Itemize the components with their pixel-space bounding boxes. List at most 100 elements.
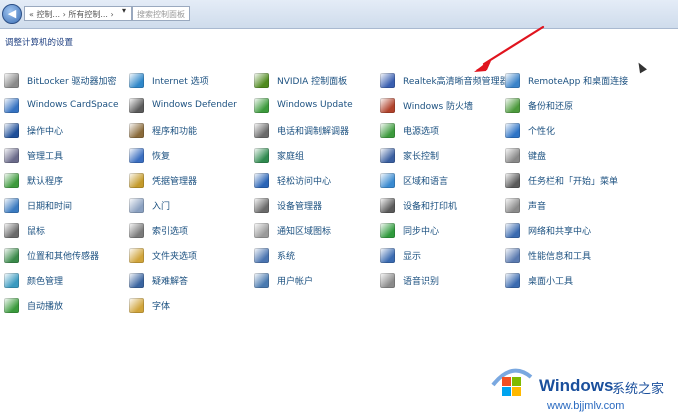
control-panel-item-label: 操作中心 bbox=[27, 126, 64, 137]
control-panel-item[interactable]: 轻松访问中心 bbox=[254, 170, 331, 190]
display-icon bbox=[380, 248, 395, 264]
control-panel-item-label: 入门 bbox=[152, 202, 171, 212]
notification-area-icon bbox=[254, 223, 269, 239]
control-panel-item[interactable]: 位置和其他传感器 bbox=[4, 246, 99, 266]
control-panel-item[interactable]: 操作中心 bbox=[4, 120, 63, 140]
control-panel-item-label: 默认程序 bbox=[27, 176, 64, 187]
control-panel-item[interactable]: Windows CardSpace bbox=[4, 95, 119, 115]
control-panel-item[interactable]: 用户帐户 bbox=[254, 271, 313, 291]
folder-options-icon bbox=[129, 248, 144, 264]
control-panel-item[interactable]: 文件夹选项 bbox=[129, 246, 197, 266]
control-panel-item[interactable]: 通知区域图标 bbox=[254, 221, 331, 241]
watermark-url: www.bjjmlv.com bbox=[547, 400, 625, 412]
control-panel-item[interactable]: Windows Defender bbox=[129, 95, 237, 115]
control-panel-item-label: 任务栏和「开始」菜单 bbox=[528, 176, 619, 187]
control-panel-item[interactable]: 程序和功能 bbox=[129, 120, 197, 140]
control-panel-item-label: 用户帐户 bbox=[277, 277, 314, 288]
control-panel-item[interactable]: 性能信息和工具 bbox=[505, 246, 591, 266]
control-panel-item[interactable]: 疑难解答 bbox=[129, 271, 188, 291]
sound-icon bbox=[505, 198, 520, 213]
watermark-cn-name: 系统之家 bbox=[612, 382, 665, 397]
control-panel-item-label: BitLocker 驱动器加密 bbox=[27, 76, 117, 87]
control-panel-item[interactable]: 备份和还原 bbox=[505, 95, 573, 115]
homegroup-icon bbox=[254, 147, 269, 163]
mouse-cursor-icon bbox=[635, 60, 647, 74]
defender-icon bbox=[129, 97, 144, 113]
firewall-icon bbox=[380, 97, 395, 113]
control-panel-item[interactable]: 电话和调制解调器 bbox=[254, 120, 349, 140]
control-panel-item-label: 索引选项 bbox=[152, 227, 189, 238]
watermark-brand: Windows bbox=[539, 376, 614, 395]
realtek-audio-icon bbox=[380, 72, 395, 88]
fonts-icon bbox=[129, 298, 144, 314]
phone-modem-icon bbox=[254, 122, 269, 138]
control-panel-item-label: 声音 bbox=[528, 202, 547, 212]
control-panel-item[interactable]: Windows 防火墙 bbox=[380, 95, 473, 115]
admin-tools-icon bbox=[4, 147, 19, 163]
control-panel-item[interactable]: 键盘 bbox=[505, 145, 546, 165]
control-panel-item[interactable]: 恢复 bbox=[129, 145, 170, 165]
control-panel-item-label: 家庭组 bbox=[277, 151, 305, 162]
control-panel-item[interactable]: BitLocker 驱动器加密 bbox=[4, 70, 117, 90]
control-panel-item[interactable]: Realtek高清晰音频管理器 bbox=[380, 70, 509, 90]
control-panel-item-label: RemoteApp 和桌面连接 bbox=[528, 76, 629, 87]
system-icon bbox=[254, 248, 269, 264]
personalization-icon bbox=[505, 122, 520, 138]
control-panel-item[interactable]: 系统 bbox=[254, 246, 295, 266]
control-panel-item[interactable]: 默认程序 bbox=[4, 170, 63, 190]
control-panel-item[interactable]: 索引选项 bbox=[129, 221, 188, 241]
control-panel-item[interactable]: 网络和共享中心 bbox=[505, 221, 591, 241]
control-panel-item[interactable]: 区域和语言 bbox=[380, 170, 448, 190]
refresh-icon[interactable]: ▾ bbox=[122, 6, 126, 15]
search-input[interactable]: 搜索控制面板 bbox=[132, 6, 190, 21]
control-panel-item-label: 同步中心 bbox=[403, 227, 440, 238]
control-panel-item-label: 设备和打印机 bbox=[403, 202, 458, 212]
control-panel-item[interactable]: 管理工具 bbox=[4, 145, 63, 165]
autoplay-icon bbox=[4, 298, 19, 314]
control-panel-item-label: 显示 bbox=[403, 252, 422, 263]
control-panel-item-label: 疑难解答 bbox=[152, 277, 189, 288]
control-panel-item[interactable]: 家庭组 bbox=[254, 145, 304, 165]
watermark: Windows 系统之家 www.bjjmlv.com bbox=[487, 360, 678, 417]
control-panel-item[interactable]: 个性化 bbox=[505, 120, 555, 140]
control-panel-item[interactable]: Internet 选项 bbox=[129, 70, 209, 90]
control-panel-item[interactable]: NVIDIA 控制面板 bbox=[254, 70, 347, 90]
annotation-arrow-icon bbox=[474, 25, 545, 72]
control-panel-item[interactable]: 设备和打印机 bbox=[380, 196, 457, 216]
control-panel-item[interactable]: 日期和时间 bbox=[4, 196, 72, 216]
devices-printers-icon bbox=[380, 198, 395, 213]
control-panel-item[interactable]: 设备管理器 bbox=[254, 196, 322, 216]
back-arrow-icon[interactable]: ◀ bbox=[2, 4, 22, 24]
control-panel-item[interactable]: 语音识别 bbox=[380, 271, 439, 291]
color-management-icon bbox=[4, 273, 19, 289]
indexing-icon bbox=[129, 223, 144, 239]
control-panel-item[interactable]: 电源选项 bbox=[380, 120, 439, 140]
speech-recognition-icon bbox=[380, 273, 395, 289]
control-panel-item[interactable]: 声音 bbox=[505, 196, 546, 216]
control-panel-item[interactable]: 鼠标 bbox=[4, 221, 45, 241]
control-panel-item[interactable]: 颜色管理 bbox=[4, 271, 63, 291]
control-panel-item[interactable]: 家长控制 bbox=[380, 145, 439, 165]
control-panel-item-label: NVIDIA 控制面板 bbox=[277, 76, 348, 87]
control-panel-item[interactable]: 显示 bbox=[380, 246, 421, 266]
windows-update-icon bbox=[254, 97, 269, 113]
control-panel-item[interactable]: 自动播放 bbox=[4, 296, 63, 316]
ease-of-access-icon bbox=[254, 172, 269, 188]
control-panel-item[interactable]: 入门 bbox=[129, 196, 170, 216]
control-panel-item[interactable]: Windows Update bbox=[254, 95, 353, 115]
control-panel-item-label: 颜色管理 bbox=[27, 277, 64, 288]
control-panel-item[interactable]: 桌面小工具 bbox=[505, 271, 573, 291]
control-panel-item[interactable]: 凭据管理器 bbox=[129, 170, 197, 190]
control-panel-item[interactable]: 字体 bbox=[129, 296, 170, 316]
control-panel-item[interactable]: 任务栏和「开始」菜单 bbox=[505, 170, 618, 190]
control-panel-item[interactable]: 同步中心 bbox=[380, 221, 439, 241]
taskbar-icon bbox=[505, 172, 520, 188]
control-panel-item-label: 日期和时间 bbox=[27, 202, 73, 212]
control-panel-item-label: 备份和还原 bbox=[528, 101, 574, 112]
keyboard-icon bbox=[505, 147, 520, 163]
address-bar[interactable]: « 控制... › 所有控制... › bbox=[24, 6, 132, 21]
control-panel-item[interactable]: RemoteApp 和桌面连接 bbox=[505, 70, 628, 90]
default-programs-icon bbox=[4, 172, 19, 188]
control-panel-item-label: Realtek高清晰音频管理器 bbox=[403, 76, 509, 87]
windows-logo-icon bbox=[491, 368, 533, 396]
